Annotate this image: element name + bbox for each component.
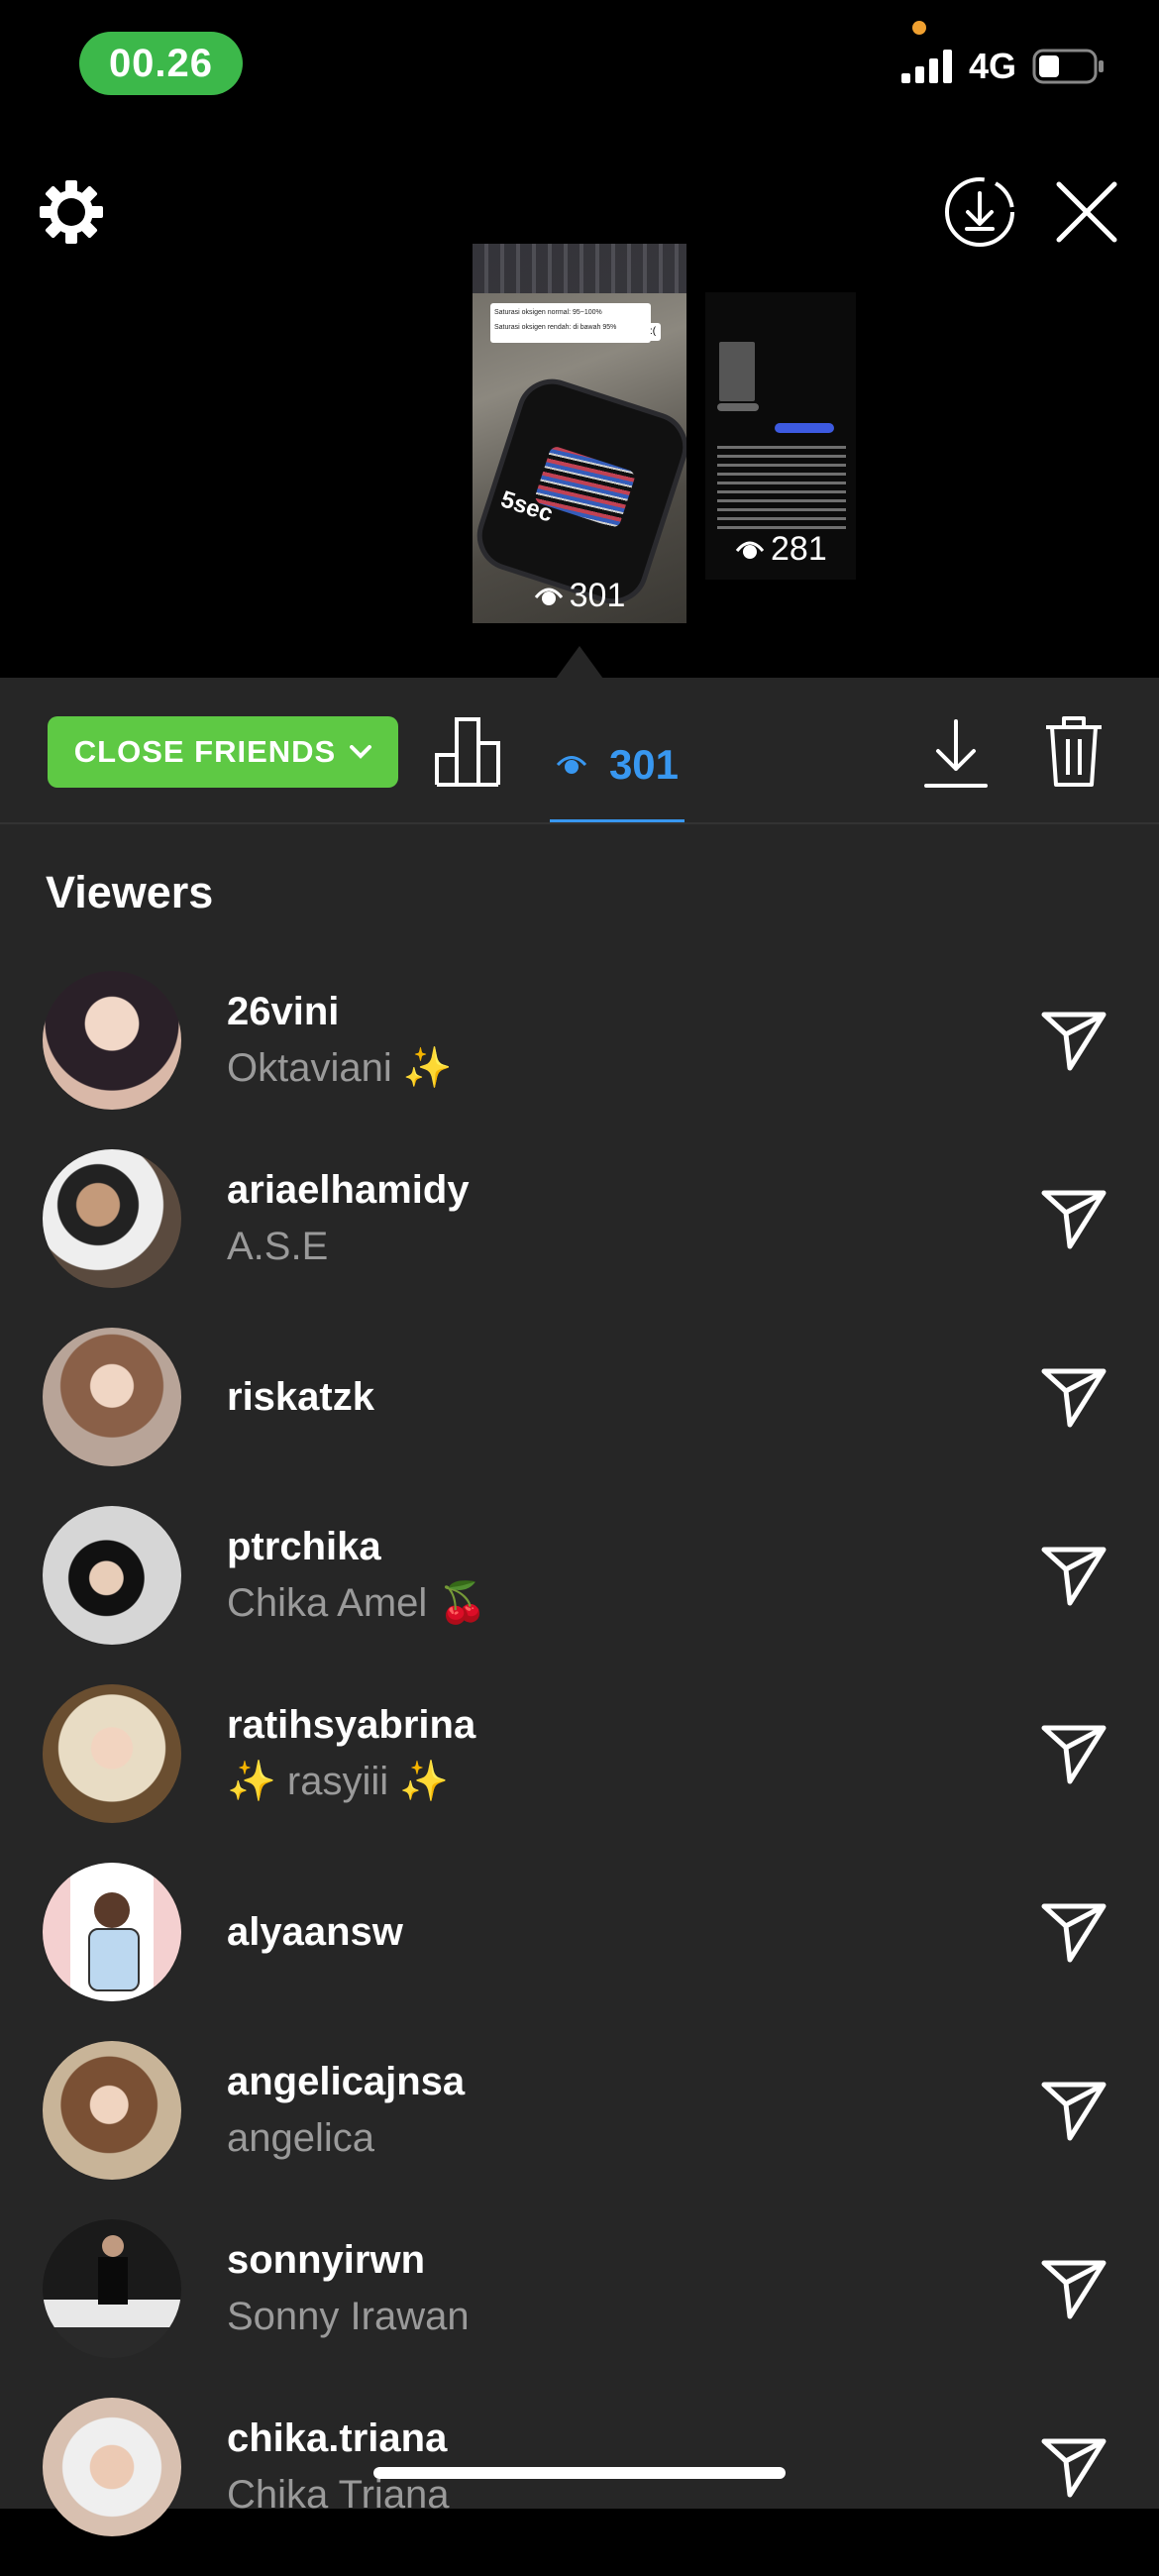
download-icon[interactable] bbox=[924, 717, 988, 789]
viewer-username[interactable]: alyaansw bbox=[227, 1904, 403, 1960]
status-time: 00.26 bbox=[79, 32, 243, 95]
viewer-full-name: A.S.E bbox=[227, 1225, 329, 1268]
viewer-username[interactable]: ptrchika bbox=[227, 1519, 487, 1574]
avatar[interactable] bbox=[43, 1863, 181, 2001]
story-views-count: 301 bbox=[569, 577, 626, 614]
caption-line-1: Saturasi oksigen normal: 95~100% bbox=[494, 309, 602, 316]
signal-icon bbox=[900, 50, 952, 83]
home-indicator[interactable] bbox=[373, 2467, 786, 2479]
story-views-current: 301 bbox=[473, 577, 686, 615]
story-thumbnail-current[interactable]: Saturasi oksigen normal: 95~100% Saturas… bbox=[473, 244, 686, 623]
viewers-list: 26vini Oktaviani ✨ ariaelhamidy A.S.E risk… bbox=[0, 971, 1159, 2576]
caption-emoji: :( bbox=[645, 323, 661, 341]
viewer-row[interactable]: ariaelhamidy A.S.E bbox=[0, 1149, 1159, 1328]
avatar[interactable] bbox=[43, 2041, 181, 2180]
avatar[interactable] bbox=[43, 2219, 181, 2358]
sheet-toolbar: CLOSE FRIENDS 301 bbox=[0, 678, 1159, 824]
viewer-username[interactable]: sonnyirwn bbox=[227, 2232, 470, 2288]
status-right: 4G bbox=[900, 46, 1106, 87]
send-icon[interactable] bbox=[1040, 1900, 1107, 1964]
viewers-heading: Viewers bbox=[46, 867, 214, 917]
viewer-row[interactable]: angelicajnsa angelica bbox=[0, 2041, 1159, 2219]
viewer-row[interactable]: riskatzk bbox=[0, 1328, 1159, 1506]
viewer-row[interactable]: ptrchika Chika Amel 🍒 bbox=[0, 1506, 1159, 1684]
insights-chart-icon[interactable] bbox=[433, 715, 502, 787]
save-download-icon[interactable] bbox=[943, 175, 1016, 249]
viewer-username[interactable]: chika.triana bbox=[227, 2411, 450, 2466]
avatar[interactable] bbox=[43, 971, 181, 1110]
viewers-sheet: CLOSE FRIENDS 301 Viewers 26vini Oktavian… bbox=[0, 678, 1159, 2536]
viewer-full-name: Oktaviani ✨ bbox=[227, 1046, 453, 1090]
close-friends-label: CLOSE FRIENDS bbox=[73, 734, 337, 769]
story-views-next: 281 bbox=[735, 530, 827, 569]
send-icon[interactable] bbox=[1040, 1365, 1107, 1429]
viewer-row[interactable]: ratihsyabrina ✨ rasyiii ✨ bbox=[0, 1684, 1159, 1863]
send-icon[interactable] bbox=[1040, 1722, 1107, 1785]
eye-icon bbox=[556, 756, 587, 774]
active-tab-indicator bbox=[550, 819, 685, 822]
close-friends-button[interactable]: CLOSE FRIENDS bbox=[48, 716, 398, 788]
story-thumbnail-next[interactable]: 281 bbox=[705, 292, 856, 580]
eye-icon bbox=[534, 588, 563, 605]
viewer-username[interactable]: ariaelhamidy bbox=[227, 1162, 470, 1218]
avatar[interactable] bbox=[43, 1506, 181, 1645]
send-icon[interactable] bbox=[1040, 1544, 1107, 1607]
viewer-row[interactable]: 26vini Oktaviani ✨ bbox=[0, 971, 1159, 1149]
eye-icon bbox=[735, 541, 765, 559]
avatar[interactable] bbox=[43, 1149, 181, 1288]
avatar[interactable] bbox=[43, 1684, 181, 1823]
viewer-row[interactable]: alyaansw bbox=[0, 1863, 1159, 2041]
privacy-indicator-dot bbox=[912, 21, 926, 35]
story-views-count: 281 bbox=[771, 530, 827, 568]
viewers-tab-count: 301 bbox=[608, 741, 680, 788]
battery-icon bbox=[1032, 49, 1104, 84]
avatar[interactable] bbox=[43, 1328, 181, 1466]
send-icon[interactable] bbox=[1040, 1009, 1107, 1072]
viewer-username[interactable]: angelicajnsa bbox=[227, 2054, 465, 2109]
viewer-row[interactable]: chika.triana Chika Triana bbox=[0, 2398, 1159, 2576]
send-icon[interactable] bbox=[1040, 2435, 1107, 2499]
caption-line-2: Saturasi oksigen rendah: di bawah 95% bbox=[494, 324, 617, 331]
viewer-full-name: Sonny Irawan bbox=[227, 2295, 470, 2338]
network-type: 4G bbox=[968, 46, 1016, 86]
avatar[interactable] bbox=[43, 2398, 181, 2536]
trash-icon[interactable] bbox=[1042, 713, 1106, 789]
viewer-row[interactable]: sonnyirwn Sonny Irawan bbox=[0, 2219, 1159, 2398]
chevron-down-icon bbox=[350, 745, 372, 759]
send-icon[interactable] bbox=[1040, 1187, 1107, 1250]
viewers-tab[interactable]: 301 bbox=[550, 709, 685, 820]
story-caption-box: Saturasi oksigen normal: 95~100% Saturas… bbox=[490, 303, 651, 343]
viewer-full-name: angelica bbox=[227, 2116, 375, 2160]
viewer-username[interactable]: riskatzk bbox=[227, 1369, 374, 1425]
send-icon[interactable] bbox=[1040, 2079, 1107, 2142]
close-icon[interactable] bbox=[1055, 180, 1118, 244]
viewer-full-name: ✨ rasyiii ✨ bbox=[227, 1760, 450, 1803]
send-icon[interactable] bbox=[1040, 2257, 1107, 2320]
thumbnail-pointer bbox=[556, 646, 603, 679]
viewer-username[interactable]: 26vini bbox=[227, 984, 453, 1039]
viewer-full-name: Chika Amel 🍒 bbox=[227, 1581, 488, 1625]
settings-gear-icon[interactable] bbox=[38, 178, 105, 246]
viewer-username[interactable]: ratihsyabrina bbox=[227, 1697, 475, 1753]
